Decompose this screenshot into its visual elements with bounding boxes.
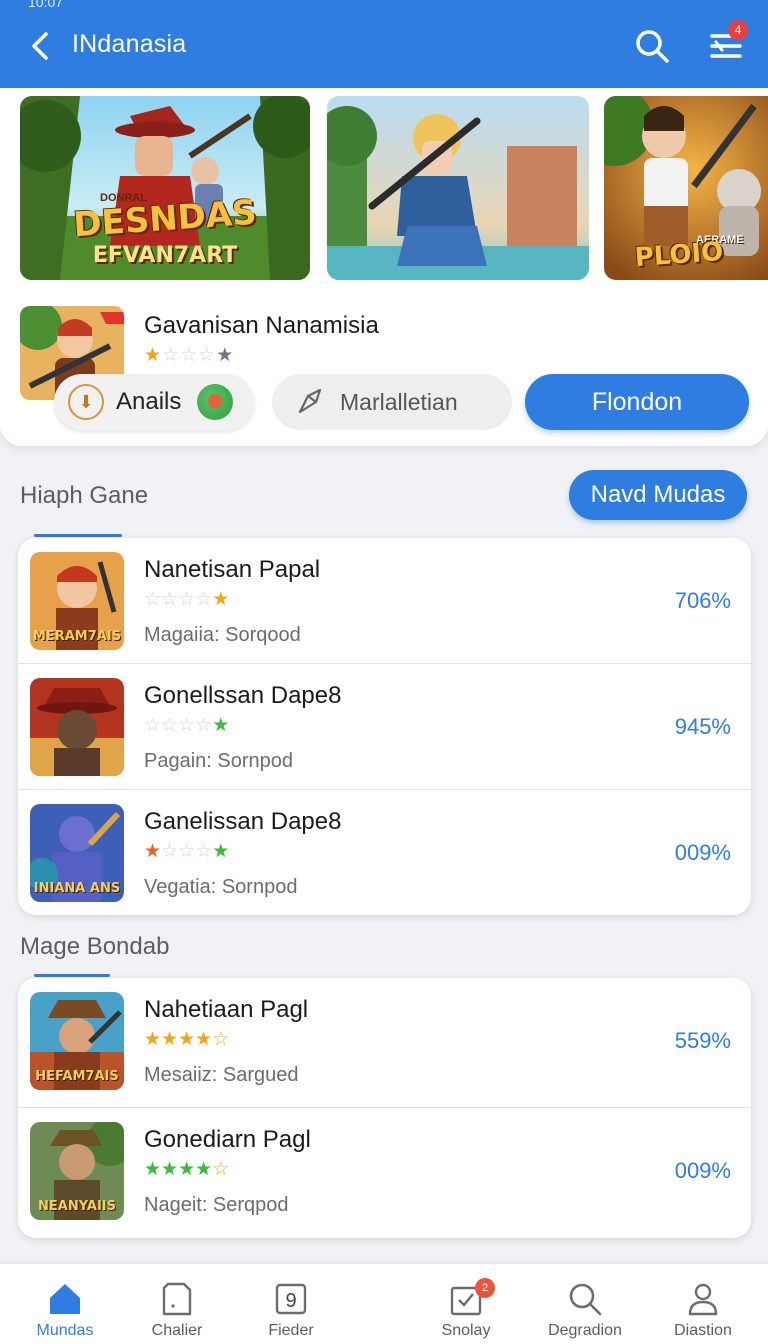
nav-item-snolay[interactable]: 2 Snolay — [411, 1278, 521, 1340]
game-name: Ganelissan Dape8 — [144, 808, 342, 835]
list-item[interactable]: MERAM7AIS Nanetisan Papal ☆☆☆☆★ Magaiia:… — [18, 538, 751, 664]
nav-item-mundas[interactable]: Mundas — [10, 1280, 120, 1340]
app-bar: 10:07 INdanasia 4 — [0, 0, 768, 88]
rating-stars: ☆☆☆☆★ — [144, 715, 230, 736]
section-title-mage-bondab: Mage Bondab — [20, 933, 170, 960]
nav-item-fieder[interactable]: 9 Fieder — [236, 1280, 346, 1340]
list-item[interactable]: HEFAM7AIS Nahetiaan Pagl ★★★★☆ Mesaiiz: … — [18, 978, 751, 1108]
featured-app-name: Gavanisan Nanamisia — [144, 312, 379, 339]
game-thumbnail: INIANA ANS — [30, 804, 124, 902]
status-time: 10:07 — [28, 0, 64, 10]
snolay-badge: 2 — [475, 1278, 495, 1298]
svg-text:9: 9 — [285, 1290, 296, 1312]
marlalletian-button[interactable]: Marlalletian — [272, 374, 512, 430]
document-icon — [162, 1282, 192, 1316]
banner-art-image — [327, 96, 589, 280]
anails-label: Anails — [116, 388, 182, 415]
game-name: Nahetiaan Pagl — [144, 996, 309, 1023]
section-underline — [34, 974, 110, 977]
game-meta: Mesaiiz: Sargued — [144, 1064, 299, 1086]
calendar-icon: 9 — [275, 1283, 307, 1315]
profile-icon — [688, 1283, 718, 1316]
game-meta: Magaiia: Sorqood — [144, 624, 301, 646]
bottom-nav: Mundas Chalier 9 Fieder 2 Snolay Degradi… — [0, 1264, 768, 1344]
game-meta: Pagain: Sornpod — [144, 750, 294, 772]
game-percent: 559% — [674, 1028, 731, 1053]
nav-item-degradion[interactable]: Degradion — [530, 1280, 640, 1340]
game-name: Nanetisan Papal — [144, 556, 321, 583]
rating-stars: ☆☆☆☆★ — [144, 589, 230, 610]
navd-mudas-button[interactable]: Navd Mudas — [569, 470, 747, 520]
search-icon — [569, 1283, 602, 1316]
rating-stars: ★☆☆☆★ — [144, 841, 230, 862]
game-percent: 706% — [674, 588, 731, 613]
game-name: Gonediarn Pagl — [144, 1126, 311, 1153]
game-thumbnail: MERAM7AIS — [30, 552, 124, 650]
game-list-card-2: HEFAM7AIS Nahetiaan Pagl ★★★★☆ Mesaiiz: … — [18, 978, 751, 1238]
home-icon — [50, 1284, 80, 1314]
list-item[interactable]: Gonellssan Dape8 ☆☆☆☆★ Pagain: Sornpod 9… — [18, 664, 751, 790]
featured-banner-1[interactable]: DONRAL DESNDAS EFVAN7ART — [20, 96, 310, 280]
section-title-hiaph-gane: Hiaph Gane — [20, 482, 149, 509]
status-orb-icon — [197, 384, 234, 420]
marlalletian-label: Marlalletian — [340, 388, 458, 415]
nav-item-chalier[interactable]: Chalier — [122, 1280, 232, 1340]
game-thumbnail — [30, 678, 124, 776]
search-icon[interactable] — [632, 26, 672, 66]
filter-menu-button[interactable]: 4 — [704, 20, 748, 66]
rating-stars: ★★★★☆ — [144, 1159, 230, 1180]
game-meta: Vegatia: Sornpod — [144, 876, 298, 898]
featured-banner-2[interactable] — [327, 96, 589, 280]
game-meta: Nageit: Serqpod — [144, 1194, 289, 1216]
banner-logo-subtext: EFVAN7ART — [92, 243, 238, 268]
back-arrow-icon[interactable] — [26, 28, 54, 64]
pen-tool-icon — [298, 388, 322, 414]
notification-badge: 4 — [728, 20, 748, 40]
download-coin-icon: ⬇ — [68, 384, 104, 420]
page-title: INdanasia — [72, 30, 187, 58]
game-percent: 009% — [674, 1158, 731, 1183]
featured-card: DONRAL DESNDAS EFVAN7ART AERAME PLOIO Ga… — [0, 88, 768, 446]
featured-banner-3[interactable]: AERAME PLOIO — [604, 96, 768, 280]
featured-rating-stars: ★☆☆☆★ — [144, 345, 235, 366]
nav-item-diastion[interactable]: Diastion — [648, 1280, 758, 1340]
section-underline — [34, 534, 122, 537]
game-thumbnail: HEFAM7AIS — [30, 992, 124, 1090]
game-thumbnail: NEANYAIIS — [30, 1122, 124, 1220]
anails-button[interactable]: ⬇ Anails — [54, 374, 254, 430]
flondon-primary-button[interactable]: Flondon — [525, 374, 749, 430]
game-percent: 009% — [674, 840, 731, 865]
game-name: Gonellssan Dape8 — [144, 682, 342, 709]
game-list-card-1: MERAM7AIS Nanetisan Papal ☆☆☆☆★ Magaiia:… — [18, 538, 751, 915]
game-percent: 945% — [674, 714, 731, 739]
rating-stars: ★★★★☆ — [144, 1029, 230, 1050]
list-item[interactable]: INIANA ANS Ganelissan Dape8 ★☆☆☆★ Vegati… — [18, 790, 751, 915]
list-item[interactable]: NEANYAIIS Gonediarn Pagl ★★★★☆ Nageit: S… — [18, 1108, 751, 1238]
